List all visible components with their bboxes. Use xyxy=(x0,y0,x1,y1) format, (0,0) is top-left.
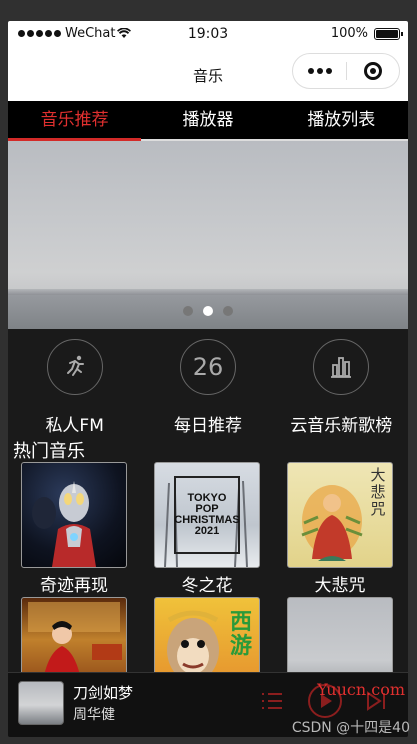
tab-player[interactable]: 播放器 xyxy=(141,101,274,141)
carousel-indicators xyxy=(8,306,408,316)
site-watermark: Yuucn.com xyxy=(317,680,405,699)
cover-text: 咒 xyxy=(370,500,386,518)
ultraman-cover[interactable] xyxy=(21,462,127,568)
cover-text: 2021 xyxy=(194,525,220,537)
quick-nav-daily-recommend[interactable]: 26 每日推荐 xyxy=(141,339,274,439)
cover-text: 大 xyxy=(370,466,386,484)
quick-nav: 私人FM 26 每日推荐 云音乐新歌榜 xyxy=(8,339,408,439)
cover-text: 悲 xyxy=(370,483,386,501)
album-card[interactable]: 奇迹再现 xyxy=(21,462,127,596)
battery-group: 100% xyxy=(330,26,403,41)
tokyo-pop-christmas-cover[interactable]: TOKYO POP CHRISTMAS 2021 xyxy=(154,462,260,568)
album-card[interactable]: TOKYO POP CHRISTMAS 2021 冬之花 xyxy=(154,462,260,596)
quick-nav-private-fm[interactable]: 私人FM xyxy=(8,339,141,439)
hot-music-heading: 热门音乐 xyxy=(13,441,85,462)
now-playing-thumbnail[interactable] xyxy=(18,681,64,725)
battery-icon xyxy=(374,27,403,40)
cover-text: 游 xyxy=(229,633,252,659)
navigation-bar: 音乐 xyxy=(8,47,408,101)
battery-percent: 100% xyxy=(330,26,368,41)
playlist-icon[interactable] xyxy=(260,689,284,713)
status-bar: WeChat 19:03 100% xyxy=(8,21,408,47)
carousel-dot[interactable] xyxy=(183,306,193,316)
quick-nav-label: 云音乐新歌榜 xyxy=(290,416,393,436)
phone-screen: WeChat 19:03 100% 音乐 音乐推荐 播放器 播放列表 私人FM … xyxy=(8,21,408,737)
target-close-icon xyxy=(363,62,382,80)
close-mini-program-button[interactable] xyxy=(347,62,399,80)
buddha-cover[interactable]: 大 悲 咒 xyxy=(287,462,393,568)
album-card[interactable]: 大 悲 咒 大悲咒 xyxy=(287,462,393,596)
more-options-icon[interactable] xyxy=(293,68,346,74)
album-name: 奇迹再现 xyxy=(40,576,108,596)
album-name: 冬之花 xyxy=(181,576,233,596)
quick-nav-label: 每日推荐 xyxy=(173,416,242,436)
mini-program-capsule xyxy=(292,53,400,89)
banner-carousel[interactable] xyxy=(8,141,408,329)
quick-nav-label: 私人FM xyxy=(45,416,104,436)
calendar-day-number: 26 xyxy=(192,353,224,381)
cover-text: 西 xyxy=(229,609,252,635)
tab-bar: 音乐推荐 播放器 播放列表 xyxy=(8,101,408,141)
tab-playlist[interactable]: 播放列表 xyxy=(275,101,408,141)
quick-nav-new-songs-chart[interactable]: 云音乐新歌榜 xyxy=(275,339,408,439)
carousel-dot-active[interactable] xyxy=(203,306,213,316)
now-playing-song: 刀剑如梦 xyxy=(73,684,134,702)
credit-watermark: CSDN @十四是40 xyxy=(291,720,410,736)
calendar-26-icon: 26 xyxy=(179,339,236,395)
now-playing-artist: 周华健 xyxy=(73,707,115,723)
running-person-icon xyxy=(46,339,103,395)
tab-music-recommend[interactable]: 音乐推荐 xyxy=(8,101,142,141)
carousel-dot[interactable] xyxy=(223,306,233,316)
bar-chart-icon xyxy=(313,339,370,395)
album-name: 大悲咒 xyxy=(314,576,366,596)
